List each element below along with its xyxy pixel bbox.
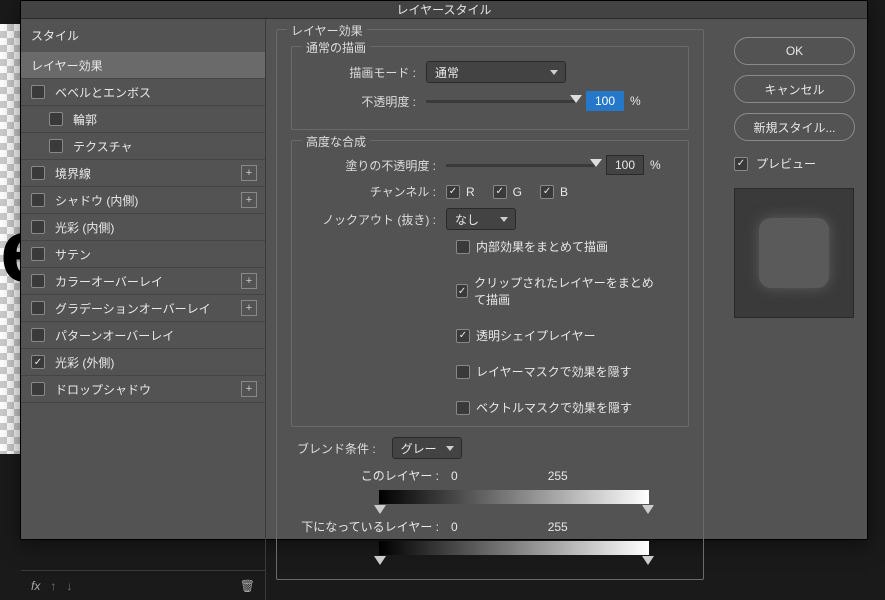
layer-effects-group: レイヤー効果 通常の描画 描画モード : 通常 不透明度 : %: [276, 29, 704, 580]
channel-b[interactable]: B: [540, 185, 568, 199]
style-label: テクスチャ: [73, 138, 257, 155]
style-checkbox[interactable]: [31, 355, 45, 369]
fill-opacity-input[interactable]: [606, 155, 644, 175]
style-item[interactable]: パターンオーバーレイ: [21, 322, 265, 349]
blend-if-select[interactable]: グレー: [392, 437, 462, 459]
knockout-label: ノックアウト (抜き) :: [306, 211, 446, 228]
under-layer-gradient[interactable]: [379, 541, 649, 555]
fx-menu[interactable]: fx: [31, 579, 40, 593]
style-item[interactable]: 境界線+: [21, 160, 265, 187]
under-layer-label: 下になっているレイヤー :: [291, 518, 451, 535]
normal-blend-legend: 通常の描画: [302, 39, 370, 56]
channel-label: チャンネル :: [306, 183, 446, 200]
style-checkbox[interactable]: [31, 166, 45, 180]
opt-clip-layers[interactable]: クリップされたレイヤーをまとめて描画: [456, 274, 656, 308]
style-checkbox[interactable]: [31, 85, 45, 99]
style-label: 境界線: [55, 165, 241, 182]
layer-style-dialog: レイヤースタイル スタイル レイヤー効果ベベルとエンボス輪郭テクスチャ境界線+シ…: [20, 0, 868, 540]
preview-box: [734, 188, 854, 318]
style-label: パターンオーバーレイ: [55, 327, 257, 344]
add-effect-icon[interactable]: +: [241, 165, 257, 181]
blend-mode-label: 描画モード :: [306, 64, 426, 81]
style-checkbox[interactable]: [31, 301, 45, 315]
style-item[interactable]: シャドウ (内側)+: [21, 187, 265, 214]
style-label: レイヤー効果: [31, 57, 257, 74]
cancel-button[interactable]: キャンセル: [734, 75, 855, 103]
style-checkbox[interactable]: [31, 328, 45, 342]
style-item[interactable]: 光彩 (外側): [21, 349, 265, 376]
preview-swatch: [759, 218, 829, 288]
layer-effects-legend: レイヤー効果: [287, 22, 367, 39]
dialog-title-bar: レイヤースタイル: [21, 1, 867, 19]
style-label: 光彩 (内側): [55, 219, 257, 236]
add-effect-icon[interactable]: +: [241, 300, 257, 316]
style-checkbox[interactable]: [49, 139, 63, 153]
fill-opacity-slider[interactable]: [446, 164, 596, 167]
style-label: グラデーションオーバーレイ: [55, 300, 241, 317]
this-layer-label: このレイヤー :: [291, 467, 451, 484]
style-label: ドロップシャドウ: [55, 381, 241, 398]
opt-transparent-shape[interactable]: 透明シェイプレイヤー: [456, 327, 656, 344]
advanced-blend-legend: 高度な合成: [302, 133, 370, 150]
style-checkbox[interactable]: [49, 112, 63, 126]
knockout-select[interactable]: なし: [446, 208, 516, 230]
style-checkbox[interactable]: [31, 382, 45, 396]
add-effect-icon[interactable]: +: [241, 381, 257, 397]
preview-check-icon: [734, 157, 748, 171]
style-list: レイヤー効果ベベルとエンボス輪郭テクスチャ境界線+シャドウ (内側)+光彩 (内…: [21, 52, 265, 570]
normal-blend-group: 通常の描画 描画モード : 通常 不透明度 : %: [291, 46, 689, 130]
opacity-slider[interactable]: [426, 100, 576, 103]
preview-label: プレビュー: [756, 155, 816, 172]
style-label: サテン: [55, 246, 257, 263]
style-item[interactable]: 輪郭: [21, 106, 265, 133]
dialog-title: レイヤースタイル: [396, 1, 491, 18]
trash-icon[interactable]: 🗑: [240, 579, 255, 593]
style-label: 輪郭: [73, 111, 257, 128]
this-layer-gradient[interactable]: [379, 490, 649, 504]
style-checkbox[interactable]: [31, 247, 45, 261]
channel-g[interactable]: G: [493, 185, 522, 199]
right-panel: OK キャンセル 新規スタイル... プレビュー: [722, 19, 867, 600]
preview-checkbox[interactable]: プレビュー: [734, 155, 855, 172]
style-label: シャドウ (内側): [55, 192, 241, 209]
opt-vector-mask-hide[interactable]: ベクトルマスクで効果を隠す: [456, 399, 656, 416]
style-checkbox[interactable]: [31, 220, 45, 234]
styles-header: スタイル: [21, 19, 265, 52]
channel-r[interactable]: R: [446, 185, 475, 199]
style-item[interactable]: サテン: [21, 241, 265, 268]
style-item[interactable]: テクスチャ: [21, 133, 265, 160]
opacity-input[interactable]: [586, 91, 624, 111]
style-item[interactable]: 光彩 (内側): [21, 214, 265, 241]
styles-footer: fx ↑ ↓ 🗑: [21, 570, 265, 600]
blend-mode-select[interactable]: 通常: [426, 61, 566, 83]
opt-layer-mask-hide[interactable]: レイヤーマスクで効果を隠す: [456, 363, 656, 380]
add-effect-icon[interactable]: +: [241, 192, 257, 208]
new-style-button[interactable]: 新規スタイル...: [734, 113, 855, 141]
style-checkbox[interactable]: [31, 193, 45, 207]
style-label: 光彩 (外側): [55, 354, 257, 371]
effect-settings: レイヤー効果 通常の描画 描画モード : 通常 不透明度 : %: [266, 19, 722, 600]
blend-if-label: ブレンド条件 :: [291, 440, 386, 457]
style-item[interactable]: ベベルとエンボス: [21, 79, 265, 106]
move-up-icon[interactable]: ↑: [50, 579, 56, 593]
style-item[interactable]: レイヤー効果: [21, 52, 265, 79]
styles-panel: スタイル レイヤー効果ベベルとエンボス輪郭テクスチャ境界線+シャドウ (内側)+…: [21, 19, 266, 600]
style-item[interactable]: グラデーションオーバーレイ+: [21, 295, 265, 322]
fill-opacity-label: 塗りの不透明度 :: [306, 157, 446, 174]
move-down-icon[interactable]: ↓: [66, 579, 72, 593]
opacity-pct: %: [630, 94, 641, 108]
style-item[interactable]: ドロップシャドウ+: [21, 376, 265, 403]
opt-inner-effects[interactable]: 内部効果をまとめて描画: [456, 238, 656, 255]
style-item[interactable]: カラーオーバーレイ+: [21, 268, 265, 295]
opacity-label: 不透明度 :: [306, 93, 426, 110]
ok-button[interactable]: OK: [734, 37, 855, 65]
style-label: ベベルとエンボス: [55, 84, 257, 101]
advanced-blend-group: 高度な合成 塗りの不透明度 : % チャンネル : R G B ノック: [291, 140, 689, 427]
add-effect-icon[interactable]: +: [241, 273, 257, 289]
blend-if-section: ブレンド条件 : グレー このレイヤー : 0 255 下になっているレイヤー …: [291, 437, 689, 555]
style-label: カラーオーバーレイ: [55, 273, 241, 290]
style-checkbox[interactable]: [31, 274, 45, 288]
